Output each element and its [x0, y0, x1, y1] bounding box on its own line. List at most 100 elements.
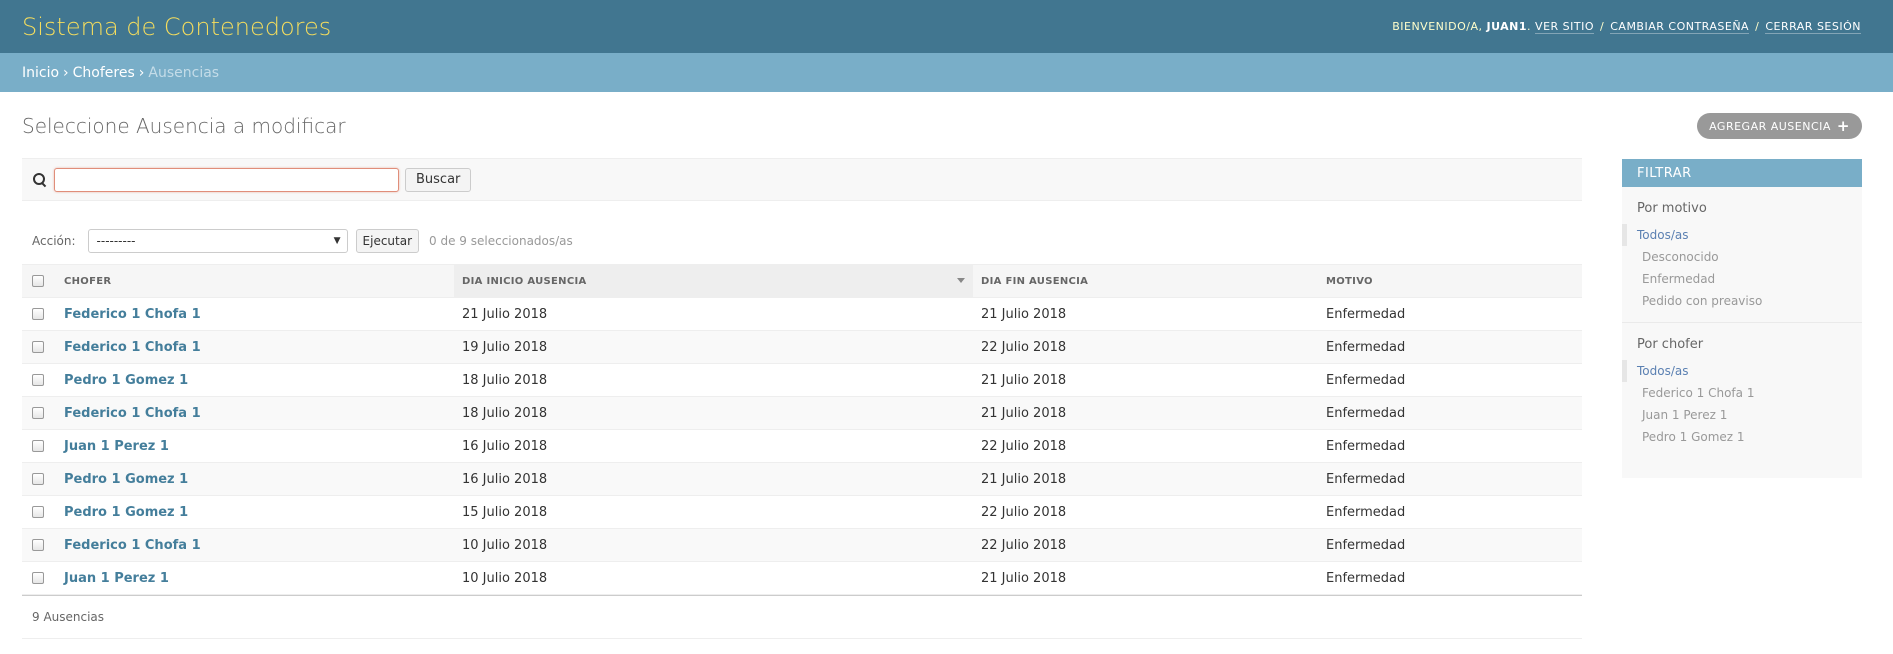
chevron-down-icon: ▼	[333, 236, 341, 246]
cell-motivo: Enfermedad	[1318, 561, 1582, 595]
filter-option[interactable]: Todos/as	[1622, 224, 1862, 246]
breadcrumb-separator: ›	[138, 64, 145, 81]
row-select-cell[interactable]	[22, 396, 56, 430]
chofer-link[interactable]: Pedro 1 Gomez 1	[64, 373, 188, 388]
filter-option-list: Todos/as Desconocido Enfermedad Pedido con …	[1622, 224, 1862, 322]
cell-dia-inicio: 18 Julio 2018	[454, 363, 973, 397]
action-select[interactable]: --------- ▼	[87, 229, 348, 253]
cell-dia-fin: 22 Julio 2018	[973, 528, 1318, 562]
cell-chofer: Juan 1 Perez 1	[56, 429, 454, 463]
username: JUAN1	[1486, 20, 1528, 33]
row-checkbox[interactable]	[32, 539, 44, 551]
chofer-link[interactable]: Federico 1 Chofa 1	[64, 406, 201, 421]
header-select-all[interactable]	[22, 264, 56, 298]
logout-link[interactable]: CERRAR SESIÓN	[1765, 20, 1861, 34]
cell-motivo: Enfermedad	[1318, 495, 1582, 529]
cell-dia-inicio: 16 Julio 2018	[454, 429, 973, 463]
column-header-motivo[interactable]: MOTIVO	[1318, 264, 1582, 298]
row-checkbox[interactable]	[32, 374, 44, 386]
chofer-link[interactable]: Juan 1 Perez 1	[64, 439, 169, 454]
cell-dia-inicio: 21 Julio 2018	[454, 297, 973, 331]
chofer-link[interactable]: Pedro 1 Gomez 1	[64, 505, 188, 520]
selection-counter: 0 de 9 seleccionados/as	[429, 234, 573, 248]
search-icon	[32, 172, 48, 188]
row-select-cell[interactable]	[22, 462, 56, 496]
change-password-link[interactable]: CAMBIAR CONTRASEÑA	[1610, 20, 1750, 34]
row-select-cell[interactable]	[22, 429, 56, 463]
sort-descending-icon[interactable]	[957, 278, 965, 283]
view-site-link[interactable]: VER SITIO	[1535, 20, 1595, 34]
filter-option[interactable]: Desconocido	[1622, 246, 1862, 268]
chofer-link[interactable]: Juan 1 Perez 1	[64, 571, 169, 586]
breadcrumb-separator: ›	[63, 64, 69, 81]
breadcrumb: Inicio › Choferes › Ausencias	[0, 53, 1893, 92]
cell-motivo: Enfermedad	[1318, 528, 1582, 562]
result-count: 9 Ausencias	[32, 610, 105, 624]
select-all-checkbox[interactable]	[32, 275, 44, 287]
row-select-cell[interactable]	[22, 297, 56, 331]
filter-option[interactable]: Pedido con preaviso	[1622, 290, 1862, 312]
column-header-chofer[interactable]: CHOFER	[56, 264, 454, 298]
cell-dia-fin: 21 Julio 2018	[973, 396, 1318, 430]
cell-dia-inicio: 18 Julio 2018	[454, 396, 973, 430]
table-row: Pedro 1 Gomez 1 16 Julio 2018 21 Julio 201…	[22, 462, 1582, 496]
chofer-link[interactable]: Federico 1 Chofa 1	[64, 340, 201, 355]
filter-option[interactable]: Juan 1 Perez 1	[1622, 404, 1862, 426]
breadcrumb-home[interactable]: Inicio	[22, 65, 59, 81]
filter-option[interactable]: Pedro 1 Gomez 1	[1622, 426, 1862, 448]
cell-chofer: Federico 1 Chofa 1	[56, 330, 454, 364]
cell-motivo: Enfermedad	[1318, 330, 1582, 364]
cell-motivo: Enfermedad	[1318, 462, 1582, 496]
row-checkbox[interactable]	[32, 572, 44, 584]
filter-option[interactable]: Enfermedad	[1622, 268, 1862, 290]
row-select-cell[interactable]	[22, 330, 56, 364]
column-header-dia-fin[interactable]: DIA FIN AUSENCIA	[973, 264, 1318, 298]
cell-dia-inicio: 19 Julio 2018	[454, 330, 973, 364]
table-row: Pedro 1 Gomez 1 15 Julio 2018 22 Julio 201…	[22, 495, 1582, 529]
cell-dia-fin: 21 Julio 2018	[973, 363, 1318, 397]
site-title[interactable]: Sistema de Contenedores	[22, 13, 331, 41]
filter-option[interactable]: Federico 1 Chofa 1	[1622, 382, 1862, 404]
row-select-cell[interactable]	[22, 528, 56, 562]
action-selected-option: ---------	[96, 234, 136, 248]
row-checkbox[interactable]	[32, 440, 44, 452]
row-select-cell[interactable]	[22, 561, 56, 595]
actions-bar: Acción: --------- ▼ Ejecutar 0 de 9 sele…	[22, 228, 1582, 254]
table-row: Federico 1 Chofa 1 19 Julio 2018 22 Julio …	[22, 330, 1582, 364]
filter-option[interactable]: Todos/as	[1622, 360, 1862, 382]
breadcrumb-app[interactable]: Choferes	[73, 65, 135, 81]
row-select-cell[interactable]	[22, 495, 56, 529]
table-body: Federico 1 Chofa 1 21 Julio 2018 21 Julio …	[22, 297, 1582, 595]
search-button[interactable]: Buscar	[405, 167, 472, 192]
cell-motivo: Enfermedad	[1318, 396, 1582, 430]
filter-title: FILTRAR	[1622, 159, 1862, 187]
table-row: Federico 1 Chofa 1 10 Julio 2018 22 Julio …	[22, 528, 1582, 562]
cell-dia-inicio: 16 Julio 2018	[454, 462, 973, 496]
cell-dia-fin: 21 Julio 2018	[973, 462, 1318, 496]
row-checkbox[interactable]	[32, 473, 44, 485]
run-action-button[interactable]: Ejecutar	[355, 229, 420, 253]
table-header-row: CHOFER DIA INICIO AUSENCIA DIA FIN AUSEN…	[22, 264, 1582, 298]
cell-dia-inicio: 10 Julio 2018	[454, 561, 973, 595]
separator: /	[1755, 20, 1760, 33]
plus-icon: +	[1836, 116, 1850, 135]
add-button-label: AGREGAR AUSENCIA	[1709, 119, 1831, 133]
search-input[interactable]	[54, 167, 399, 192]
row-select-cell[interactable]	[22, 363, 56, 397]
row-checkbox[interactable]	[32, 506, 44, 518]
chofer-link[interactable]: Federico 1 Chofa 1	[64, 307, 201, 322]
chofer-link[interactable]: Federico 1 Chofa 1	[64, 538, 201, 553]
results-table: CHOFER DIA INICIO AUSENCIA DIA FIN AUSEN…	[22, 264, 1582, 595]
cell-chofer: Pedro 1 Gomez 1	[56, 363, 454, 397]
add-ausencia-button[interactable]: AGREGAR AUSENCIA +	[1697, 113, 1862, 139]
cell-chofer: Juan 1 Perez 1	[56, 561, 454, 595]
filter-group-title: Por motivo	[1637, 201, 1707, 216]
row-checkbox[interactable]	[32, 308, 44, 320]
cell-dia-fin: 22 Julio 2018	[973, 330, 1318, 364]
column-header-dia-inicio[interactable]: DIA INICIO AUSENCIA	[454, 264, 973, 298]
row-checkbox[interactable]	[32, 341, 44, 353]
cell-chofer: Pedro 1 Gomez 1	[56, 462, 454, 496]
chofer-link[interactable]: Pedro 1 Gomez 1	[64, 472, 188, 487]
row-checkbox[interactable]	[32, 407, 44, 419]
user-tools: BIENVENIDO/A, JUAN1. VER SITIO / CAMBIAR…	[1392, 20, 1861, 34]
